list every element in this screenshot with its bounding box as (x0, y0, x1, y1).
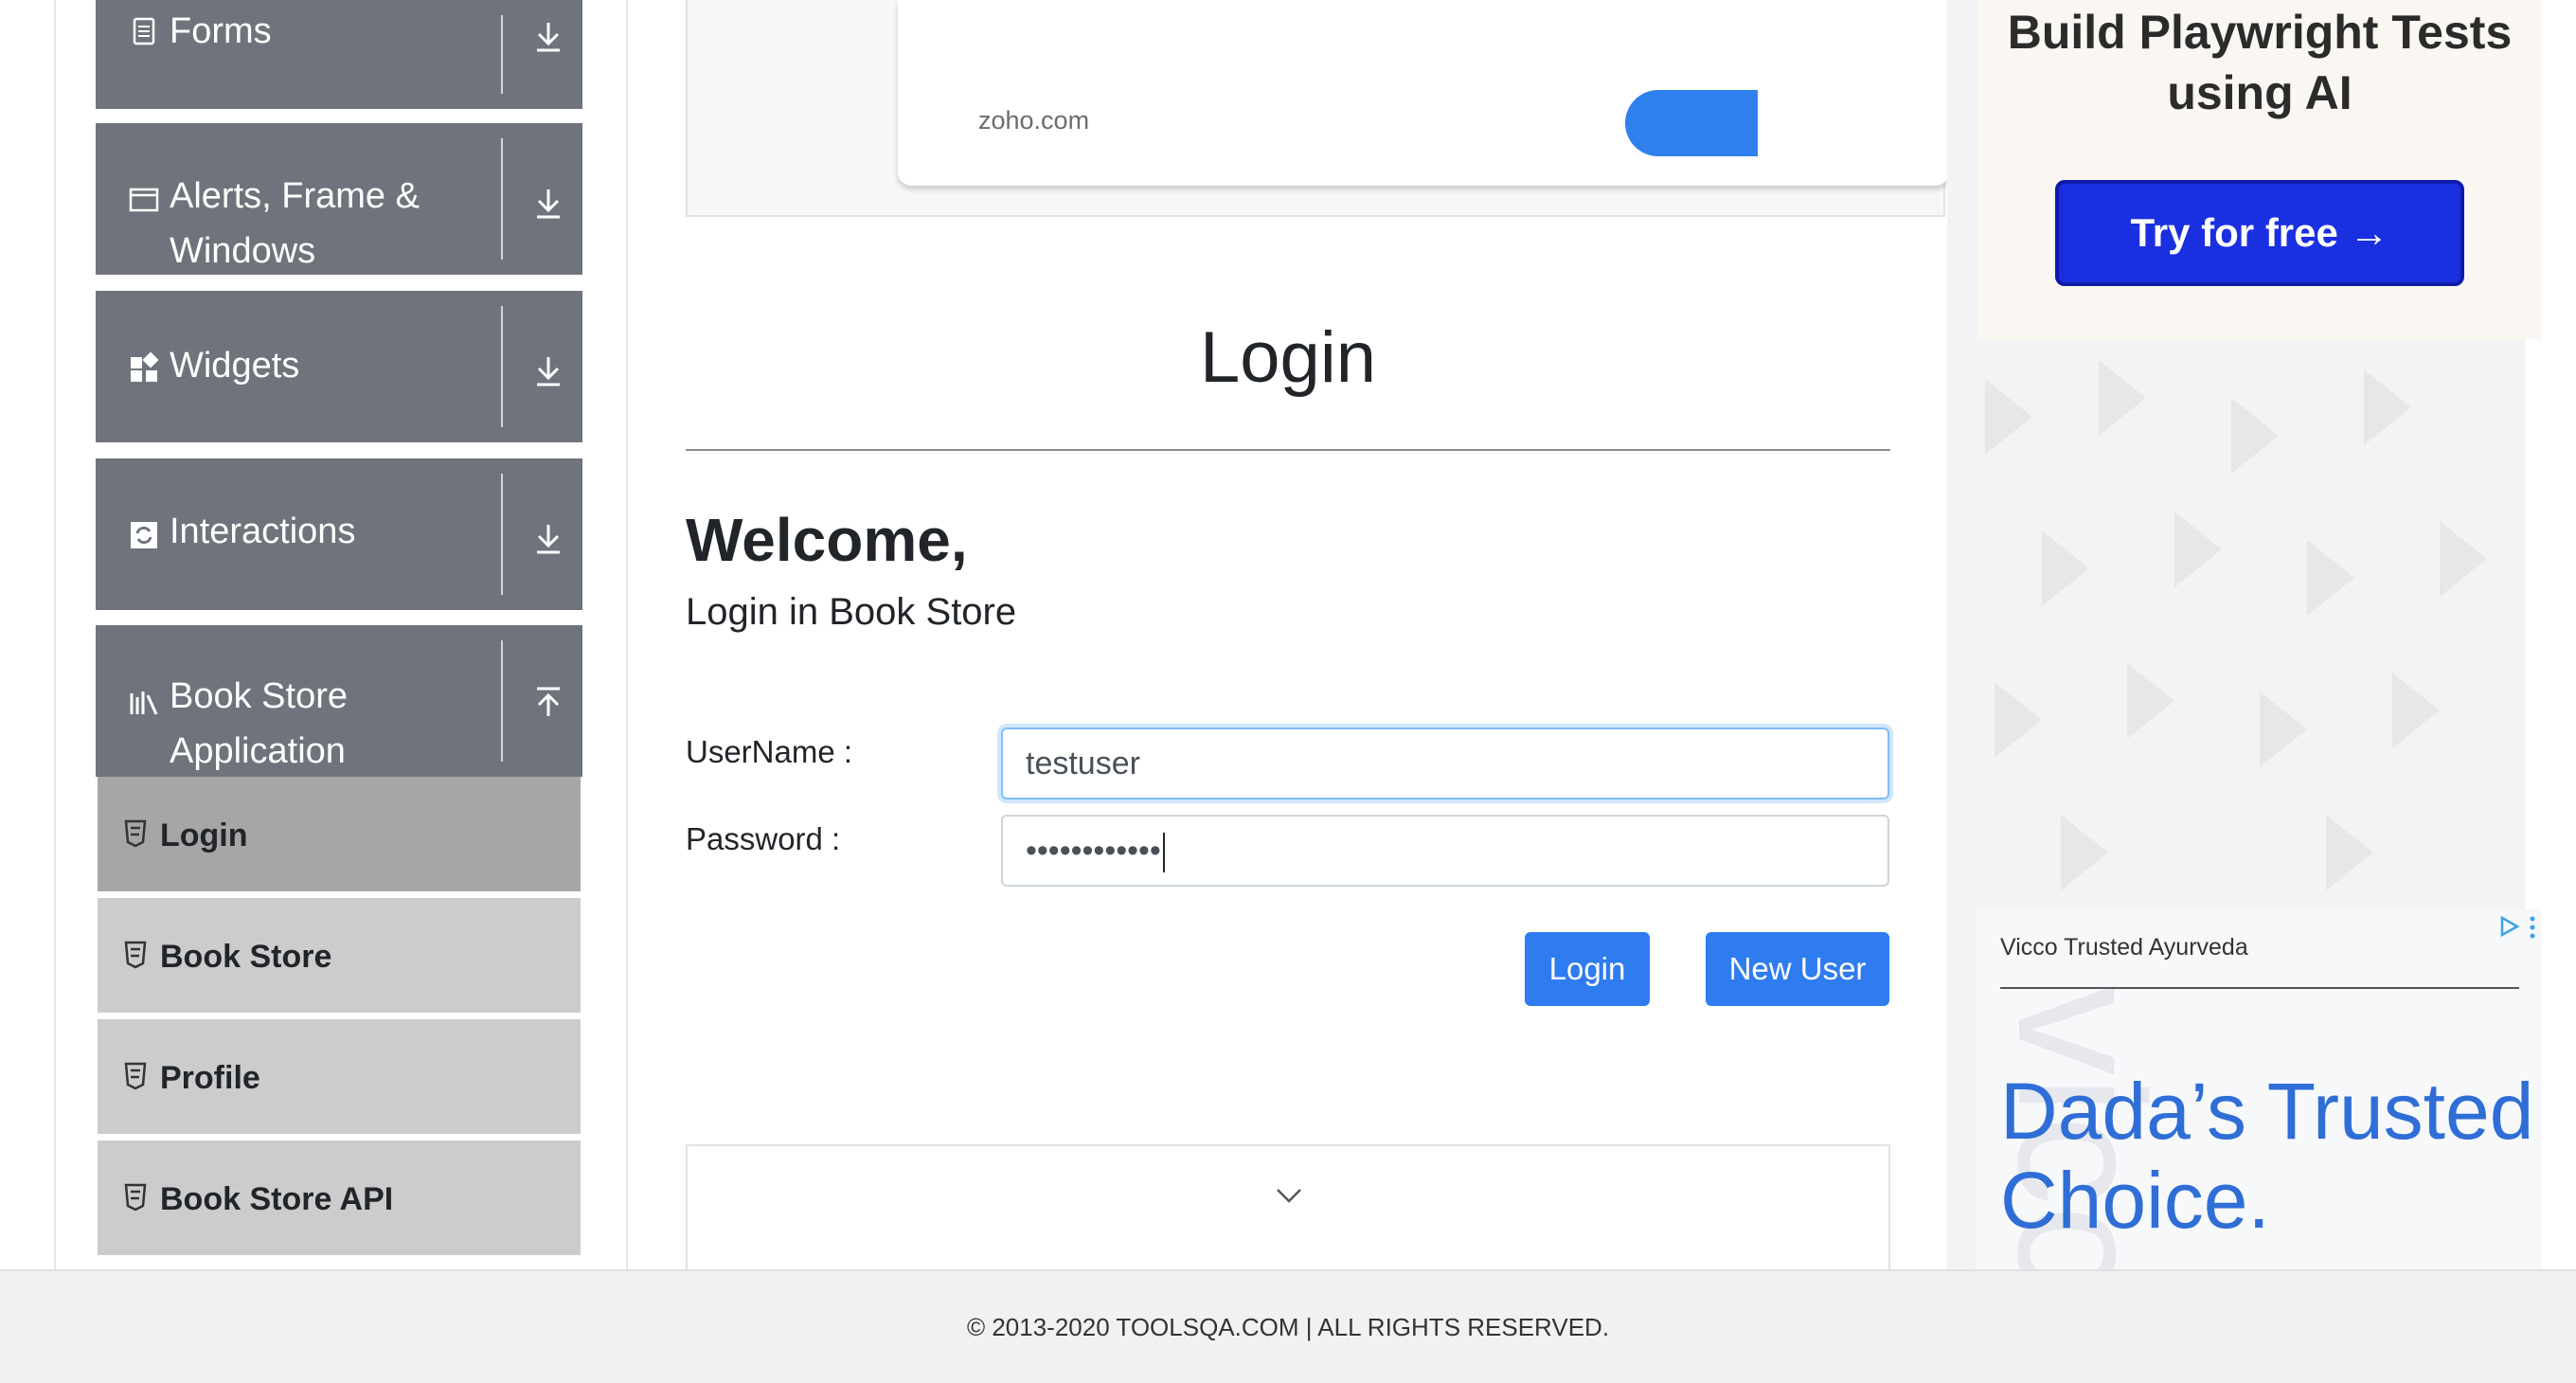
ad-headline: Build Playwright Tests using AI (2007, 6, 2513, 119)
ad-cta-button[interactable] (1625, 90, 1758, 156)
login-button[interactable]: Login (1525, 932, 1650, 1006)
welcome-heading: Welcome, (686, 506, 968, 574)
try-for-free-button[interactable]: Try for free → (2055, 180, 2464, 286)
sidebar-group-label: Forms (170, 11, 272, 51)
divider (501, 138, 503, 260)
divider (501, 640, 503, 762)
sidebar-group-book-store-application[interactable]: Book Store Application (96, 625, 582, 777)
sidebar-left-border (54, 0, 56, 1269)
footer: © 2013-2020 TOOLSQA.COM | ALL RIGHTS RES… (0, 1269, 2576, 1383)
ad-brand: Vicco Trusted Ayurveda (2000, 934, 2248, 961)
page-title: Login (1200, 317, 1376, 398)
top-ad-card[interactable]: zoho.com (898, 0, 1949, 186)
background-pattern (1985, 360, 2487, 890)
collapsed-ad-panel[interactable] (686, 1144, 1890, 1277)
library-icon (130, 692, 158, 715)
divider (501, 474, 503, 595)
copyright-text: © 2013-2020 TOOLSQA.COM | ALL RIGHTS RES… (966, 1313, 1610, 1341)
text-caret (1162, 833, 1165, 873)
divider (501, 306, 503, 427)
sidebar-group-widgets[interactable]: Widgets (96, 291, 582, 442)
html5-icon (124, 1183, 147, 1212)
interactions-icon (131, 522, 157, 548)
download-arrow-icon[interactable] (529, 17, 567, 55)
username-label: UserName : (686, 734, 853, 769)
download-arrow-icon[interactable] (529, 351, 567, 389)
download-arrow-icon[interactable] (529, 184, 567, 222)
sidebar-group-label: Interactions (170, 512, 356, 551)
password-input[interactable]: •••••••••••• (1001, 815, 1889, 887)
sidebar-item-label: Login (160, 817, 248, 853)
sidebar-right-border (626, 0, 628, 1269)
ad-headline: Dada’s Trusted Choice. (2000, 1067, 2534, 1245)
welcome-subtitle: Login in Book Store (686, 591, 1017, 633)
chevron-down-icon[interactable] (1275, 1186, 1303, 1205)
divider (686, 449, 1890, 451)
html5-icon (124, 941, 147, 969)
more-options-icon[interactable] (2527, 915, 2538, 940)
sidebar-group-label: Book Store Application (170, 676, 348, 771)
sidebar-group-alerts[interactable]: Alerts, Frame & Windows (96, 123, 582, 275)
download-arrow-icon[interactable] (529, 519, 567, 557)
sidebar-item-login[interactable]: Login (98, 777, 581, 894)
sidebar-item-profile[interactable]: Profile (98, 1019, 581, 1137)
sidebar-item-label: Book Store API (160, 1181, 394, 1217)
sidebar-group-label: Widgets (170, 346, 300, 386)
widgets-icon (131, 351, 159, 382)
document-icon (133, 17, 155, 45)
sidebar-group-label: Alerts, Frame & Windows (170, 176, 420, 271)
password-label: Password : (686, 821, 841, 856)
sidebar-item-book-store[interactable]: Book Store (98, 898, 581, 1015)
divider (501, 15, 503, 94)
upload-arrow-icon[interactable] (529, 684, 567, 722)
html5-icon (124, 819, 147, 848)
sidebar-item-book-store-api[interactable]: Book Store API (98, 1141, 581, 1258)
sidebar-group-forms[interactable]: Forms (96, 0, 582, 109)
playwright-ad[interactable]: Build Playwright Tests using AI Try for … (1977, 0, 2542, 339)
new-user-button[interactable]: New User (1706, 932, 1889, 1006)
username-input[interactable]: testuser (1001, 727, 1889, 799)
ad-domain: zoho.com (978, 106, 1090, 135)
sidebar-item-label: Book Store (160, 939, 332, 975)
vicco-ad[interactable]: vicco Vicco Trusted Ayurveda Dada’s Trus… (1976, 909, 2542, 1269)
password-value: •••••••••••• (1026, 833, 1161, 869)
sidebar-item-label: Profile (160, 1060, 260, 1096)
username-value: testuser (1026, 745, 1140, 781)
sidebar-group-interactions[interactable]: Interactions (96, 458, 582, 610)
window-icon (129, 188, 159, 212)
html5-icon (124, 1062, 147, 1090)
adchoices-icon[interactable] (2498, 915, 2521, 938)
divider (2000, 987, 2519, 989)
